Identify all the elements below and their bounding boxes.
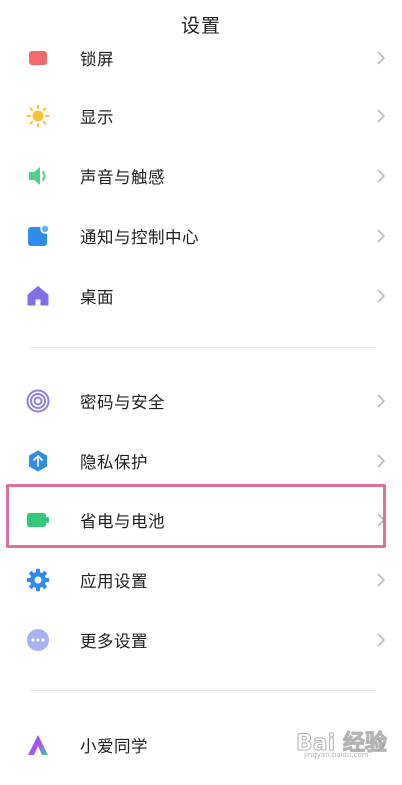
settings-item-apps[interactable]: 应用设置 <box>0 550 402 610</box>
settings-item-desktop[interactable]: 桌面 <box>0 266 402 326</box>
chevron-right-icon <box>377 51 386 65</box>
gear-icon <box>26 568 50 592</box>
settings-item-battery[interactable]: 省电与电池 <box>0 490 402 550</box>
settings-item-label: 省电与电池 <box>80 512 165 531</box>
settings-item-label: 应用设置 <box>80 572 148 591</box>
battery-icon <box>26 508 50 532</box>
section-divider <box>30 347 376 348</box>
chevron-right-icon <box>377 633 386 647</box>
xiaoai-icon <box>26 733 50 757</box>
home-icon <box>26 284 50 308</box>
settings-item-label: 小爱同学 <box>80 737 148 756</box>
fingerprint-icon <box>26 389 50 413</box>
chevron-right-icon <box>377 573 386 587</box>
settings-item-label: 声音与触感 <box>80 168 165 187</box>
header-bar: 设置 <box>0 0 402 50</box>
settings-item-more[interactable]: 更多设置 <box>0 610 402 670</box>
settings-item-password[interactable]: 密码与安全 <box>0 371 402 431</box>
settings-item-label: 显示 <box>80 108 114 127</box>
watermark-subtext: jingyan.baidu.com <box>304 751 369 759</box>
more-dots-icon <box>26 628 50 652</box>
speaker-icon <box>26 164 50 188</box>
settings-item-sound[interactable]: 声音与触感 <box>0 146 402 206</box>
chevron-right-icon <box>377 394 386 408</box>
settings-item-label: 隐私保护 <box>80 453 148 472</box>
page-title: 设置 <box>180 14 221 37</box>
settings-item-label: 密码与安全 <box>80 393 165 412</box>
section-divider <box>30 690 376 691</box>
settings-item-notifications[interactable]: 通知与控制中心 <box>0 206 402 266</box>
chevron-right-icon <box>377 109 386 123</box>
chevron-right-icon <box>377 454 386 468</box>
settings-item-privacy[interactable]: 隐私保护 <box>0 431 402 491</box>
chevron-right-icon <box>377 169 386 183</box>
notification-icon <box>26 224 50 248</box>
watermark-logo: Bai 经验 jingyan.baidu.com <box>296 723 388 763</box>
sun-icon <box>26 104 50 128</box>
shield-icon <box>26 449 50 473</box>
settings-item-label: 通知与控制中心 <box>80 228 199 247</box>
settings-item-display[interactable]: 显示 <box>0 86 402 146</box>
chevron-right-icon <box>377 513 386 527</box>
chevron-right-icon <box>377 289 386 303</box>
settings-item-label: 更多设置 <box>80 632 148 651</box>
chevron-right-icon <box>377 229 386 243</box>
settings-item-label: 桌面 <box>80 288 114 307</box>
